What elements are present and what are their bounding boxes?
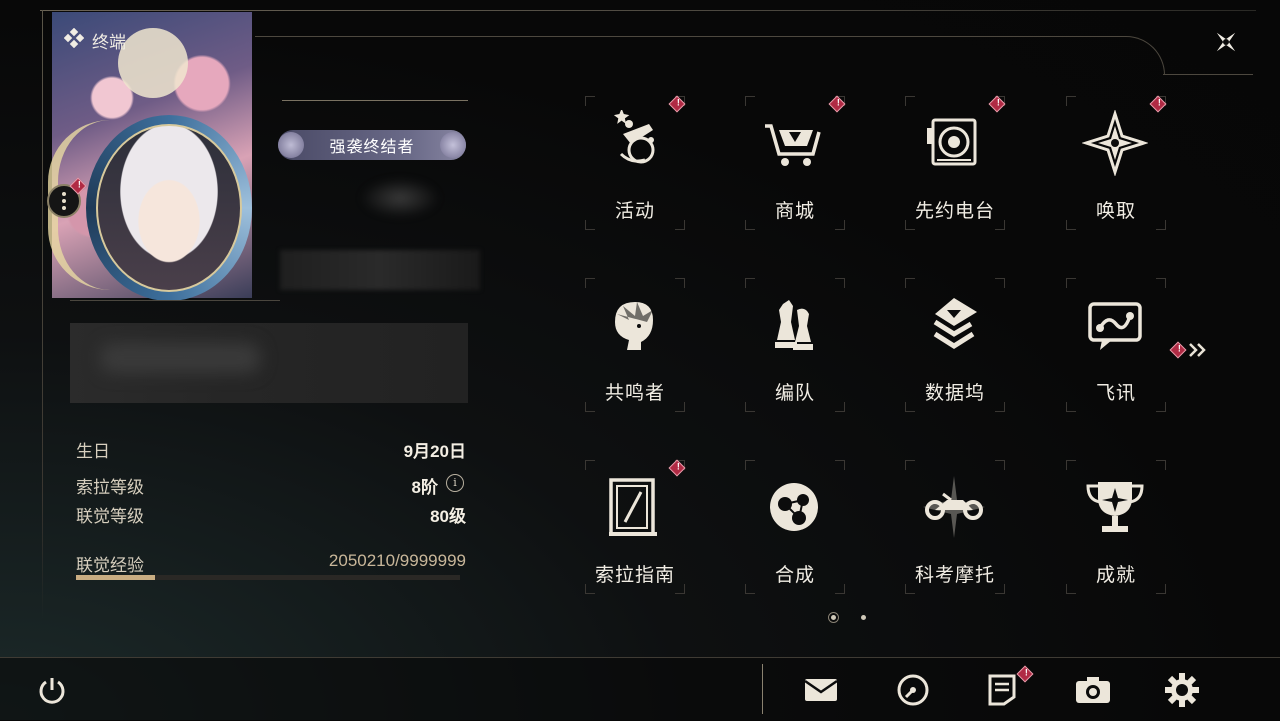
birthday-label: 生日: [76, 442, 110, 461]
motorcycle-icon: [921, 474, 987, 540]
activity-icon: [601, 108, 667, 176]
title-divider: [282, 100, 468, 101]
profile-separator: [70, 300, 280, 301]
union-exp-label: 联觉经验: [76, 556, 144, 575]
menu-item-label: 活动: [614, 201, 655, 222]
clock-icon: [897, 674, 929, 706]
menu-item-10[interactable]: 科考摩托: [905, 460, 1025, 610]
menu-item-alert-badge: [668, 95, 686, 113]
sola-level-info-icon[interactable]: i: [446, 474, 464, 492]
team-chess-icon: [761, 292, 827, 358]
next-page-button[interactable]: [1186, 340, 1210, 360]
menu-item-4[interactable]: 共鸣者: [585, 278, 705, 428]
title-tag-left-emblem-icon: [278, 132, 304, 158]
notice-icon: [988, 674, 1016, 706]
frame-top-line: [40, 10, 1256, 11]
union-level-value: 80级: [430, 507, 466, 526]
menu-item-8[interactable]: 索拉指南: [585, 459, 705, 610]
data-dock-icon: [921, 292, 987, 358]
blurred-name: [360, 178, 440, 218]
player-title-tag[interactable]: 强袭终结者: [278, 130, 466, 160]
page-title-text: 终端: [92, 33, 126, 52]
menu-item-11[interactable]: 成就: [1066, 460, 1186, 610]
union-level-label: 联觉等级: [76, 507, 144, 526]
terminal-diamond-icon: [63, 27, 85, 53]
frame-left-line: [42, 10, 43, 620]
message-icon: [1082, 292, 1148, 358]
menu-item-label: 共鸣者: [604, 383, 665, 404]
menu-item-label: 成就: [1095, 565, 1136, 586]
settings-gear-icon: [1165, 673, 1199, 707]
menu-item-label: 飞讯: [1095, 383, 1136, 404]
mail-button[interactable]: [802, 670, 842, 710]
union-exp-value: 2050210/9999999: [328, 551, 466, 570]
menu-item-3[interactable]: 唤取: [1066, 95, 1186, 246]
blurred-id: [280, 250, 480, 290]
blurred-signature: [70, 323, 468, 403]
menu-item-alert-badge: [828, 95, 846, 113]
menu-item-7[interactable]: 飞讯: [1066, 278, 1186, 428]
sola-level-label: 索拉等级: [76, 478, 144, 497]
menu-item-9[interactable]: 合成: [745, 460, 865, 610]
menu-item-label: 唤取: [1095, 201, 1136, 222]
mail-icon: [804, 679, 838, 701]
player-title-text: 强袭终结者: [329, 139, 415, 156]
union-exp-bar-fill: [76, 575, 155, 580]
menu-item-1[interactable]: 商城: [745, 95, 865, 246]
sola-level-value: 8阶: [411, 478, 438, 497]
menu-item-label: 索拉指南: [594, 565, 675, 586]
menu-item-alert-badge: [668, 459, 686, 477]
guidebook-icon: [601, 474, 667, 540]
birthday-value: 9月20日: [403, 442, 466, 461]
close-icon: [1216, 32, 1236, 52]
menu-item-alert-badge: [988, 95, 1006, 113]
menu-item-label: 编队: [774, 383, 815, 404]
page-title: 终端: [63, 27, 126, 53]
summon-star-icon: [1081, 109, 1149, 177]
radio-icon: [921, 110, 987, 176]
banner-moon: [118, 28, 188, 98]
frame-inner-line: [255, 36, 1121, 37]
trophy-icon: [1082, 474, 1148, 540]
clock-button[interactable]: [893, 670, 933, 710]
frame-right-line: [1163, 74, 1253, 75]
shop-cart-icon: [761, 110, 827, 176]
menu-item-5[interactable]: 编队: [745, 278, 865, 428]
menu-item-label: 数据坞: [924, 383, 985, 404]
title-tag-right-emblem-icon: [440, 132, 466, 158]
bottom-bar-divider: [762, 664, 763, 714]
close-button[interactable]: [1206, 22, 1246, 62]
menu-item-6[interactable]: 数据坞: [905, 278, 1025, 428]
resonator-portrait-icon: [601, 292, 667, 358]
frame-corner-curve: [1118, 36, 1165, 75]
avatar[interactable]: [96, 124, 242, 292]
menu-item-label: 商城: [774, 201, 815, 222]
camera-button[interactable]: [1073, 670, 1113, 710]
notice-button[interactable]: [982, 670, 1022, 710]
menu-item-0[interactable]: 活动: [585, 95, 705, 246]
settings-button[interactable]: [1162, 670, 1202, 710]
power-button[interactable]: [32, 670, 72, 710]
double-chevron-right-icon: [1189, 343, 1206, 357]
menu-item-label: 先约电台: [914, 201, 995, 222]
power-icon: [39, 678, 65, 704]
menu-item-label: 合成: [774, 565, 815, 586]
page-indicator-dot-1[interactable]: [831, 615, 836, 620]
more-dots-icon: [62, 192, 66, 210]
page-indicator-dot-2[interactable]: [861, 615, 866, 620]
menu-item-label: 科考摩托: [914, 565, 995, 586]
synthesis-icon: [761, 474, 827, 540]
camera-icon: [1076, 677, 1110, 703]
menu-item-2[interactable]: 先约电台: [905, 95, 1025, 246]
menu-item-alert-badge: [1149, 95, 1167, 113]
